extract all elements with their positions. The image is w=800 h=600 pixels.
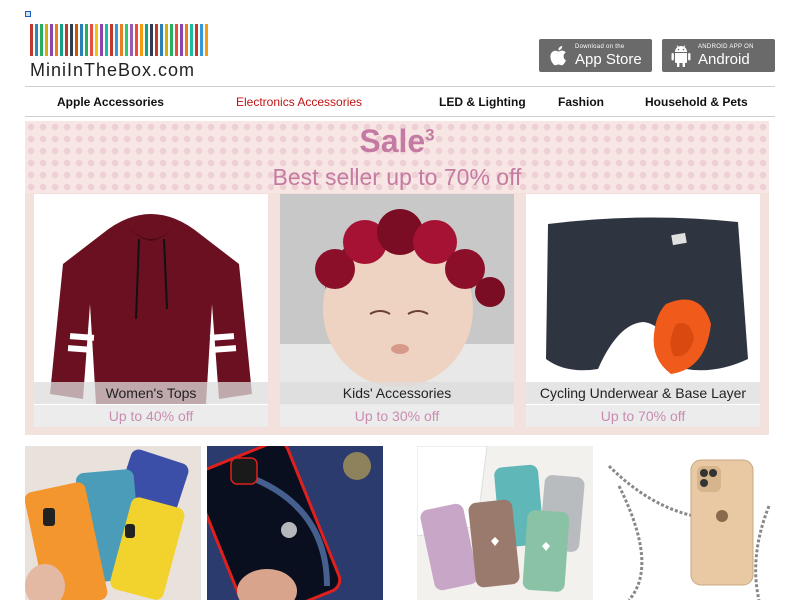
card-discount: Up to 40% off — [34, 405, 268, 427]
android-big-text: Android — [698, 51, 750, 68]
sale-title-superscript: 3 — [425, 125, 435, 145]
logo-barcode-icon — [30, 24, 214, 56]
nav-led-lighting[interactable]: LED & Lighting — [439, 95, 526, 109]
heart-phone-cases-image — [417, 446, 593, 600]
sale-subtitle: Best seller up to 70% off — [272, 164, 522, 190]
app-store-small-text: Download on the — [575, 44, 625, 50]
card-label: Cycling Underwear & Base Layer — [526, 382, 760, 404]
site-logo[interactable]: MiniInTheBox.com — [30, 24, 214, 80]
card-label: Kids' Accessories — [280, 382, 514, 404]
app-store-big-text: App Store — [575, 51, 642, 68]
android-app-button[interactable]: ANDROID APP ON Android — [662, 39, 775, 72]
colorful-phone-cases-image — [25, 446, 201, 600]
logo-text: MiniInTheBox.com — [30, 60, 196, 80]
category-nav: Apple Accessories Electronics Accessorie… — [25, 86, 775, 117]
category-card-cycling-underwear[interactable]: Cycling Underwear & Base Layer Up to 70%… — [526, 194, 760, 427]
product-chrome-iphone-case[interactable] — [207, 446, 383, 600]
crossbody-clear-case-image — [599, 446, 775, 600]
product-colorful-phone-cases[interactable] — [25, 446, 201, 600]
apple-icon — [547, 44, 569, 68]
category-card-kids-accessories[interactable]: Kids' Accessories Up to 30% off — [280, 194, 514, 427]
nav-electronics-accessories[interactable]: Electronics Accessories — [236, 95, 362, 109]
android-small-text: ANDROID APP ON — [698, 44, 754, 50]
product-crossbody-clear-case[interactable] — [599, 446, 775, 600]
card-discount: Up to 70% off — [526, 405, 760, 427]
android-icon — [670, 44, 692, 68]
nav-fashion[interactable]: Fashion — [558, 95, 604, 109]
nav-household-pets[interactable]: Household & Pets — [645, 95, 748, 109]
broken-image-icon — [25, 11, 31, 17]
card-discount: Up to 30% off — [280, 405, 514, 427]
sale-title-text: Sale — [359, 123, 426, 159]
card-label: Women's Tops — [34, 382, 268, 404]
product-heart-phone-cases[interactable] — [417, 446, 593, 600]
category-card-womens-tops[interactable]: Women's Tops Up to 40% off — [34, 194, 268, 427]
sale-banner[interactable]: Sale3 Best seller up to 70% off Women's … — [25, 121, 769, 435]
sale-title: Sale3 — [25, 123, 769, 160]
app-store-button[interactable]: Download on the App Store — [539, 39, 652, 72]
nav-apple-accessories[interactable]: Apple Accessories — [57, 95, 164, 109]
chrome-iphone-case-image — [207, 446, 383, 600]
page: MiniInTheBox.com Download on the App Sto… — [0, 0, 800, 600]
